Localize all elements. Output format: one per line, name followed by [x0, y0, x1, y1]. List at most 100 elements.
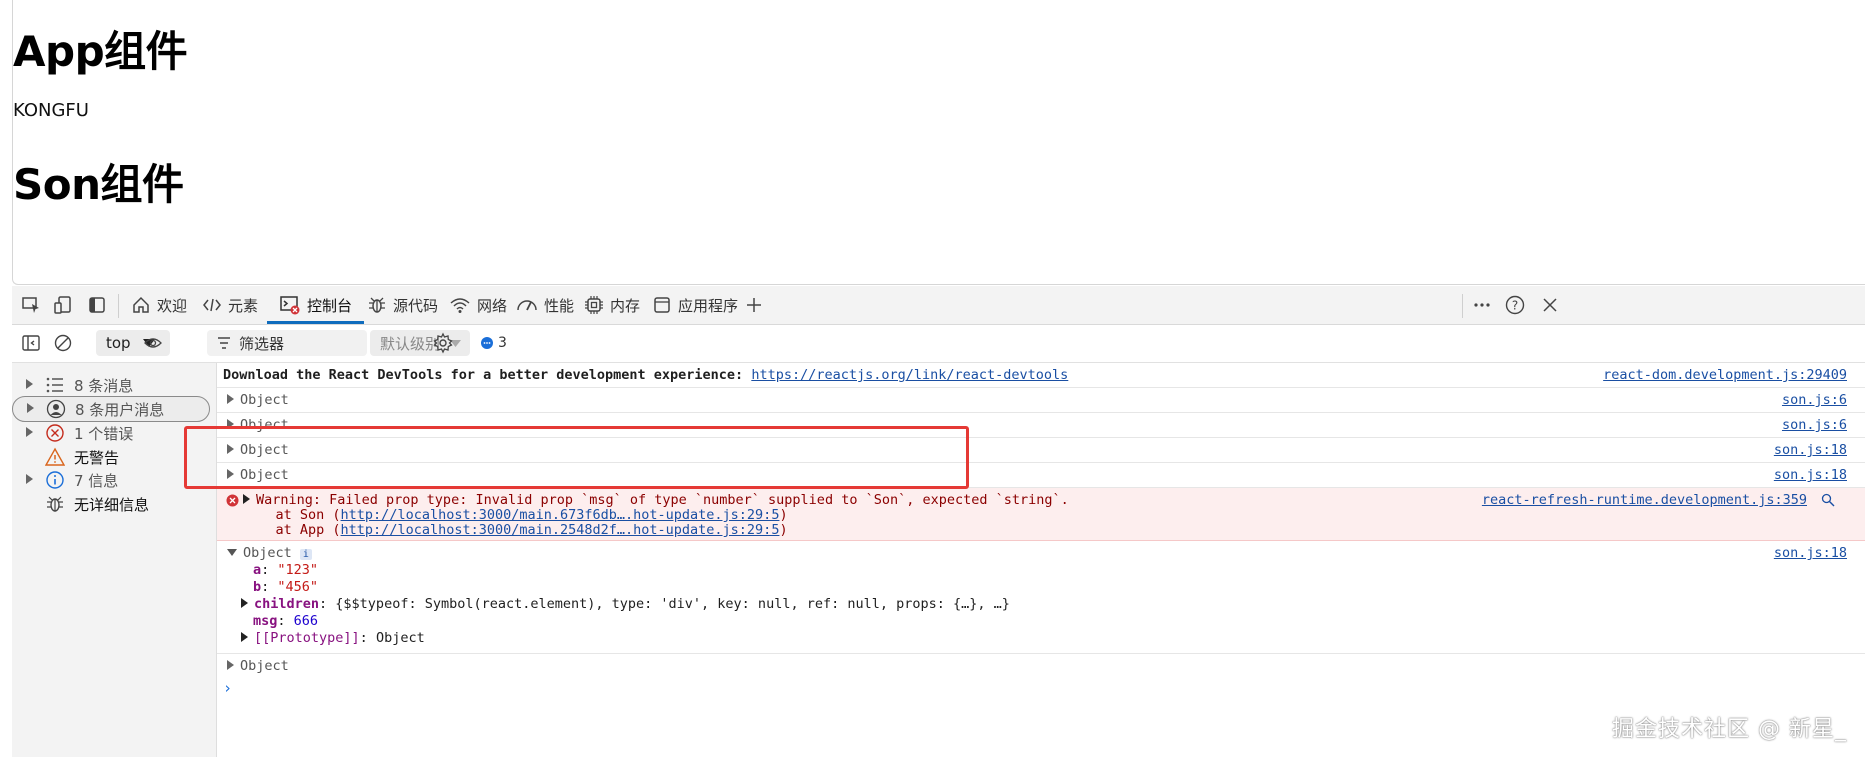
sidebar-item-label: 无详细信息: [74, 495, 150, 514]
sidebar-item-info[interactable]: 7 信息: [12, 467, 212, 493]
more-options-icon[interactable]: [1471, 294, 1493, 316]
object-property: a: "123": [253, 562, 319, 578]
tab-label: 源代码: [393, 296, 439, 315]
expand-arrow-icon: [243, 494, 250, 504]
device-emulation-icon[interactable]: [52, 294, 74, 316]
dock-sidebar-icon[interactable]: [86, 294, 108, 316]
source-link[interactable]: son.js:6: [1782, 417, 1847, 433]
user-icon: [45, 398, 67, 420]
log-levels-label: 默认级别: [380, 334, 441, 353]
toolbar-divider: [118, 294, 119, 318]
react-devtools-link[interactable]: https://reactjs.org/link/react-devtools: [751, 367, 1068, 383]
sidebar-item-user-messages[interactable]: 8 条用户消息: [12, 396, 210, 422]
sidebar-item-label: 8 条消息: [74, 376, 134, 395]
expand-arrow-icon: [227, 394, 234, 404]
tab-welcome[interactable]: 欢迎: [131, 286, 187, 324]
object-property-children[interactable]: children: {$$typeof: Symbol(react.elemen…: [241, 596, 1010, 612]
expand-arrow-icon: [26, 426, 38, 439]
source-link[interactable]: son.js:6: [1782, 392, 1847, 408]
tab-application[interactable]: 应用程序: [652, 286, 738, 324]
app-component-heading: App组件: [13, 27, 188, 76]
red-highlight-annotation: [184, 426, 969, 489]
console-message[interactable]: Object: [217, 654, 1865, 678]
object-label: Object: [243, 545, 292, 561]
sidebar-item-verbose[interactable]: 无详细信息: [12, 491, 212, 517]
tab-label: 控制台: [307, 296, 353, 315]
source-link[interactable]: react-dom.development.js:29409: [1603, 367, 1847, 383]
application-icon: [654, 297, 670, 313]
console-icon: [280, 296, 300, 315]
expand-arrow-icon: [241, 632, 248, 642]
collapse-arrow-icon: [227, 548, 237, 556]
console-message: Download the React DevTools for a better…: [217, 363, 1865, 388]
issues-count: 3: [498, 335, 507, 351]
svg-text:?: ?: [1512, 299, 1518, 313]
expand-arrow-icon: [26, 473, 38, 486]
sidebar-item-label: 7 信息: [74, 471, 119, 490]
son-component-heading: Son组件: [13, 160, 184, 209]
expand-arrow-icon: [27, 402, 39, 415]
filter-icon: [218, 337, 230, 349]
stack-link-app[interactable]: http://localhost:3000/main.2548d2f….hot-…: [341, 522, 780, 538]
warning-text: Warning: Failed prop type: Invalid prop …: [256, 492, 1069, 508]
filter-placeholder: 筛选器: [239, 334, 285, 353]
add-tab-icon[interactable]: [743, 294, 765, 316]
devtools-message-text: Download the React DevTools for a better…: [223, 367, 752, 383]
console-output: Download the React DevTools for a better…: [217, 363, 1865, 757]
issues-counter[interactable]: 3: [480, 330, 507, 356]
app-message-text: KONGFU: [13, 100, 89, 121]
tab-network[interactable]: 网络: [449, 286, 507, 324]
toolbar-divider: [1462, 294, 1463, 318]
info-icon: [44, 469, 66, 491]
list-icon: [44, 374, 66, 396]
sidebar-item-messages[interactable]: 8 条消息: [12, 372, 212, 398]
search-icon[interactable]: [1821, 493, 1835, 511]
tab-sources[interactable]: 源代码: [367, 286, 438, 324]
object-label: Object: [240, 392, 289, 408]
console-settings-gear-icon[interactable]: [432, 332, 454, 354]
source-link[interactable]: son.js:18: [1774, 442, 1847, 458]
stack-close-paren: ): [779, 507, 788, 523]
expand-arrow-icon: [26, 378, 38, 391]
warning-icon: [44, 446, 66, 468]
help-icon[interactable]: ?: [1504, 294, 1526, 316]
info-badge-icon[interactable]: i: [299, 549, 312, 560]
tab-memory[interactable]: 内存: [584, 286, 640, 324]
console-message-expanded[interactable]: Object i son.js:18 a: "123" b: "456" chi…: [217, 541, 1865, 654]
sidebar-toggle-icon[interactable]: [20, 332, 42, 354]
tab-label: 内存: [610, 296, 641, 315]
source-link[interactable]: son.js:18: [1774, 467, 1847, 483]
sidebar-item-errors[interactable]: 1 个错误: [12, 420, 212, 446]
tab-console[interactable]: 控制台: [267, 286, 365, 324]
inspect-element-icon[interactable]: [20, 294, 42, 316]
console-toolbar: top 筛选器 默认级别 3: [12, 325, 1865, 363]
console-message[interactable]: Object son.js:6: [217, 388, 1865, 413]
source-link[interactable]: react-refresh-runtime.development.js:359: [1482, 492, 1807, 508]
stack-link-son[interactable]: http://localhost:3000/main.673f6db….hot-…: [341, 507, 780, 523]
stack-frame-son: at Son (: [243, 507, 341, 523]
tab-performance[interactable]: 性能: [516, 286, 574, 324]
expand-arrow-icon: [227, 660, 234, 670]
log-levels-dropdown[interactable]: 默认级别: [370, 330, 470, 356]
source-link[interactable]: son.js:18: [1774, 545, 1847, 561]
bug-icon: [44, 493, 66, 515]
context-value: top: [106, 334, 131, 352]
filter-input[interactable]: 筛选器: [207, 330, 367, 356]
console-error-message[interactable]: Warning: Failed prop type: Invalid prop …: [217, 488, 1865, 541]
wifi-icon: [450, 298, 470, 313]
devtools-tabbar: 欢迎 元素 控制台 源代码 网络 性能 内存 应用程序 ?: [12, 286, 1865, 325]
message-bubble-icon: [481, 337, 493, 349]
watermark-text: 掘金技术社区 @ 新星_: [1612, 717, 1847, 742]
live-expression-eye-icon[interactable]: [142, 332, 164, 354]
stack-close-paren: ): [779, 522, 788, 538]
tab-elements[interactable]: 元素: [202, 286, 258, 324]
close-devtools-icon[interactable]: [1539, 294, 1561, 316]
sidebar-item-label: 无警告: [74, 448, 120, 467]
tab-label: 网络: [477, 296, 508, 315]
page-content: App组件 KONGFU Son组件: [0, 0, 1865, 286]
object-property-prototype[interactable]: [[Prototype]]: Object: [241, 630, 425, 646]
error-icon: [44, 422, 66, 444]
console-prompt-chevron-icon[interactable]: ›: [223, 679, 232, 697]
stack-frame-app: at App (: [243, 522, 341, 538]
clear-console-icon[interactable]: [52, 332, 74, 354]
